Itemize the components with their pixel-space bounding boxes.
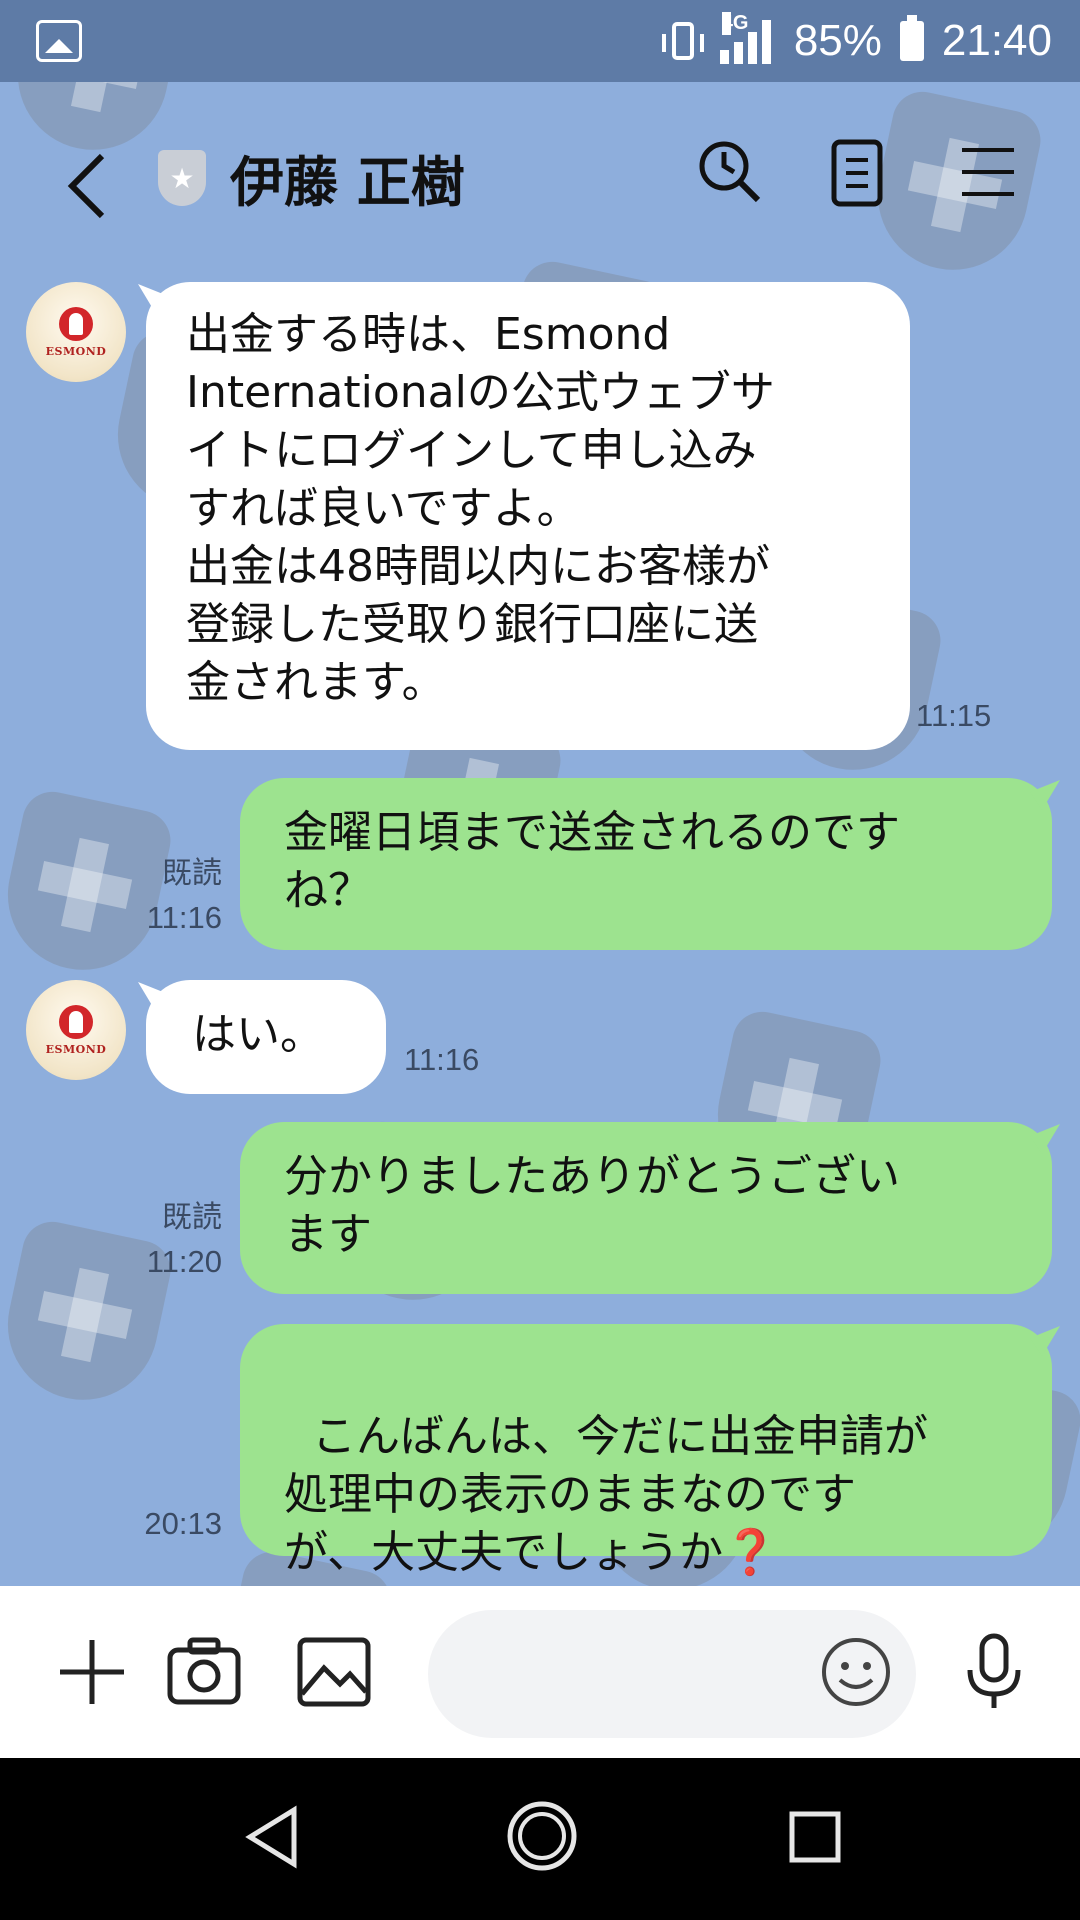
avatar-logo-text: ESMOND (45, 344, 107, 358)
microphone-icon[interactable] (954, 1632, 1034, 1712)
message-text: こんばんは、今だに出金申請が 処理中の表示のままなのです が、大丈夫でしょうか (284, 1411, 928, 1578)
nav-back-icon[interactable] (240, 1802, 310, 1872)
nav-home-icon[interactable] (502, 1796, 582, 1876)
message-bubble-outgoing[interactable]: 分かりましたありがとうござい ます (240, 1122, 1052, 1294)
contact-name: 伊藤 正樹 (230, 151, 465, 214)
status-bar: 4G 85% 21:40 (0, 0, 1080, 82)
clock: 21:40 (941, 16, 1052, 65)
navigation-bar (0, 1758, 1080, 1920)
search-clock-icon[interactable] (696, 138, 766, 208)
esmond-logo-icon (59, 1004, 93, 1039)
message-read-time: 既読 11:20 (110, 1196, 222, 1284)
input-bar (0, 1586, 1080, 1758)
image-icon[interactable] (294, 1632, 374, 1712)
back-icon[interactable] (62, 146, 112, 239)
read-label: 既読 (162, 856, 222, 891)
message-time: 11:15 (916, 698, 992, 733)
vibrate-icon (661, 22, 704, 60)
battery-icon (899, 15, 924, 61)
signal-icon: 4G (719, 12, 776, 64)
message-bubble-incoming[interactable]: 出金する時は、Esmond Internationalの公式ウェブサ イトにログ… (146, 282, 910, 750)
chat-header: ★ 伊藤 正樹 (0, 82, 1080, 262)
message-read-time: 既読 11:16 (110, 852, 222, 940)
camera-icon[interactable] (164, 1632, 244, 1712)
question-mark-emoji: ❓ (723, 1527, 778, 1578)
emoji-icon[interactable] (816, 1632, 896, 1712)
gallery-notification-icon (36, 20, 82, 62)
battery-percent: 85% (793, 16, 882, 65)
nav-recent-apps-icon[interactable] (780, 1802, 850, 1872)
menu-icon[interactable] (958, 138, 1028, 208)
message-time: 20:13 (144, 1506, 222, 1541)
esmond-logo-icon (59, 306, 93, 341)
note-icon[interactable] (822, 138, 892, 208)
avatar-logo-text: ESMOND (45, 1042, 107, 1056)
avatar[interactable]: ESMOND (26, 282, 126, 382)
message-time: 11:16 (404, 1042, 480, 1077)
message-bubble-incoming[interactable]: はい。 (146, 980, 386, 1094)
message-bubble-outgoing[interactable]: 金曜日頃まで送金されるのです ね？ (240, 778, 1052, 950)
message-bubble-outgoing[interactable]: こんばんは、今だに出金申請が 処理中の表示のままなのです が、大丈夫でしょうか❓ (240, 1324, 1052, 1578)
plus-icon[interactable] (52, 1632, 132, 1712)
network-type: 4G (721, 12, 749, 35)
message-time: 11:20 (146, 1244, 222, 1279)
shield-star-icon: ★ (158, 150, 206, 206)
avatar[interactable]: ESMOND (26, 980, 126, 1080)
message-time: 11:16 (146, 900, 222, 935)
read-label: 既読 (162, 1200, 222, 1235)
